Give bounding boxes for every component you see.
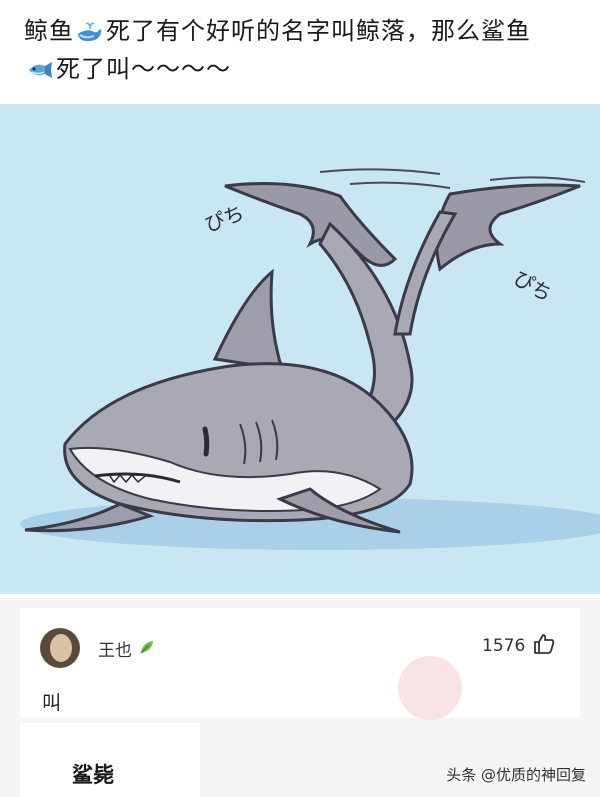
whale-emoji-icon — [78, 22, 102, 42]
post-text-part3: 死了叫～～～～ — [56, 55, 231, 83]
sfx-right: ぴち — [510, 266, 557, 307]
sfx-left: ぴち — [202, 200, 248, 236]
post-text-part2: 死了有个好听的名字叫鲸落，那么鲨鱼 — [106, 17, 531, 45]
avatar[interactable] — [40, 628, 80, 668]
post-header: 鲸鱼 死了有个好听的名字叫鲸落，那么鲨鱼 死了叫～～～～ — [0, 0, 600, 100]
reply-card: 鲨毙 — [20, 723, 200, 797]
tail-fin-left — [224, 182, 398, 267]
post-text: 鲸鱼 死了有个好听的名字叫鲸落，那么鲨鱼 死了叫～～～～ — [24, 12, 584, 88]
comment-username[interactable]: 王也 — [98, 636, 132, 661]
shark-teeth — [109, 473, 146, 484]
thumbs-up-icon[interactable] — [532, 632, 556, 656]
fish-emoji-icon — [29, 62, 52, 78]
comment-text: 叫 — [42, 692, 62, 714]
watermark-stamp — [398, 656, 462, 720]
shark-eye — [202, 426, 210, 457]
comment-section: 王也 1576 叫 鲨毙 头条 @优质的神回复 — [0, 598, 600, 797]
reply-text: 鲨毙 — [72, 763, 114, 787]
tail-stalk-right — [393, 210, 458, 336]
motion-line — [319, 168, 441, 175]
like-count: 1576 — [482, 636, 526, 656]
comment-card: 王也 1576 叫 — [20, 608, 580, 720]
motion-line — [349, 181, 451, 189]
tail-fin-right — [435, 183, 581, 272]
leaf-icon — [140, 641, 153, 654]
shark-illustration[interactable]: ぴち ぴち — [0, 104, 600, 594]
shark-drawing: ぴち ぴち — [20, 168, 600, 550]
source-credit: 头条 @优质的神回复 — [446, 766, 586, 784]
motion-line — [489, 176, 586, 183]
dorsal-fin — [212, 268, 285, 371]
post-text-part1: 鲸鱼 — [24, 17, 74, 45]
